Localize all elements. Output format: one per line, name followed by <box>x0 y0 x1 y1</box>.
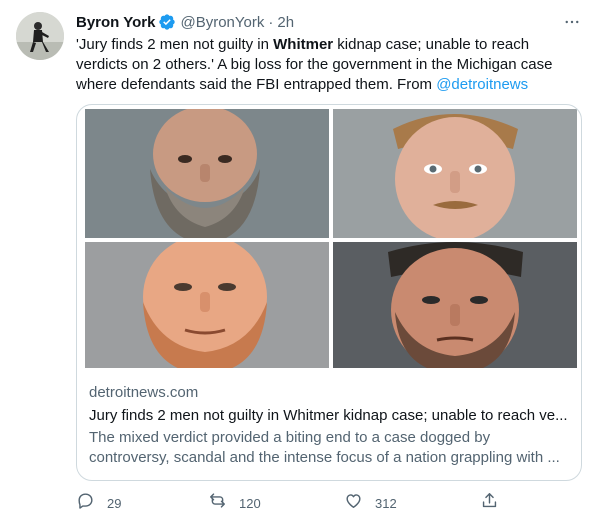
retweet-icon <box>208 491 227 515</box>
author-name[interactable]: Byron York <box>76 14 155 31</box>
retweet-count: 120 <box>239 495 261 511</box>
author-handle[interactable]: @ByronYork <box>180 14 264 31</box>
reply-count: 29 <box>107 495 122 511</box>
tweet-text: 'Jury finds 2 men not guilty in Whitmer … <box>76 35 576 95</box>
card-photo-1 <box>85 109 329 238</box>
link-card[interactable]: detroitnews.com Jury finds 2 men not gui… <box>76 104 582 481</box>
card-title: Jury finds 2 men not guilty in Whitmer k… <box>89 407 568 424</box>
separator-dot: · <box>268 13 274 31</box>
reply-button[interactable]: 29 <box>76 491 121 515</box>
card-meta: detroitnews.com Jury finds 2 men not gui… <box>89 383 569 468</box>
like-icon <box>344 491 363 515</box>
tweet-text-part1: 'Jury finds 2 men not guilty in <box>76 36 274 53</box>
share-icon <box>480 491 499 515</box>
like-count: 312 <box>375 495 397 511</box>
share-button[interactable] <box>480 491 499 515</box>
card-photo-2 <box>333 109 577 238</box>
author-avatar[interactable] <box>16 12 64 60</box>
card-description: The mixed verdict provided a biting end … <box>89 429 560 466</box>
verified-badge-icon <box>158 13 176 31</box>
more-icon[interactable] <box>560 12 584 32</box>
tweet-text-bold: Whitmer <box>273 36 334 53</box>
retweet-button[interactable]: 120 <box>208 491 261 515</box>
reply-icon <box>76 491 95 515</box>
card-domain: detroitnews.com <box>89 384 199 401</box>
card-photo-3 <box>85 242 329 368</box>
tweet-timestamp[interactable]: 2h <box>277 14 294 31</box>
card-photo-4 <box>333 242 577 368</box>
card-image-grid <box>85 109 577 368</box>
like-button[interactable]: 312 <box>344 491 397 515</box>
tweet-header: Byron York @ByronYork · 2h <box>76 12 586 32</box>
mention-link[interactable]: @detroitnews <box>436 76 528 93</box>
tweet-actions: 29 120 312 <box>76 491 582 515</box>
